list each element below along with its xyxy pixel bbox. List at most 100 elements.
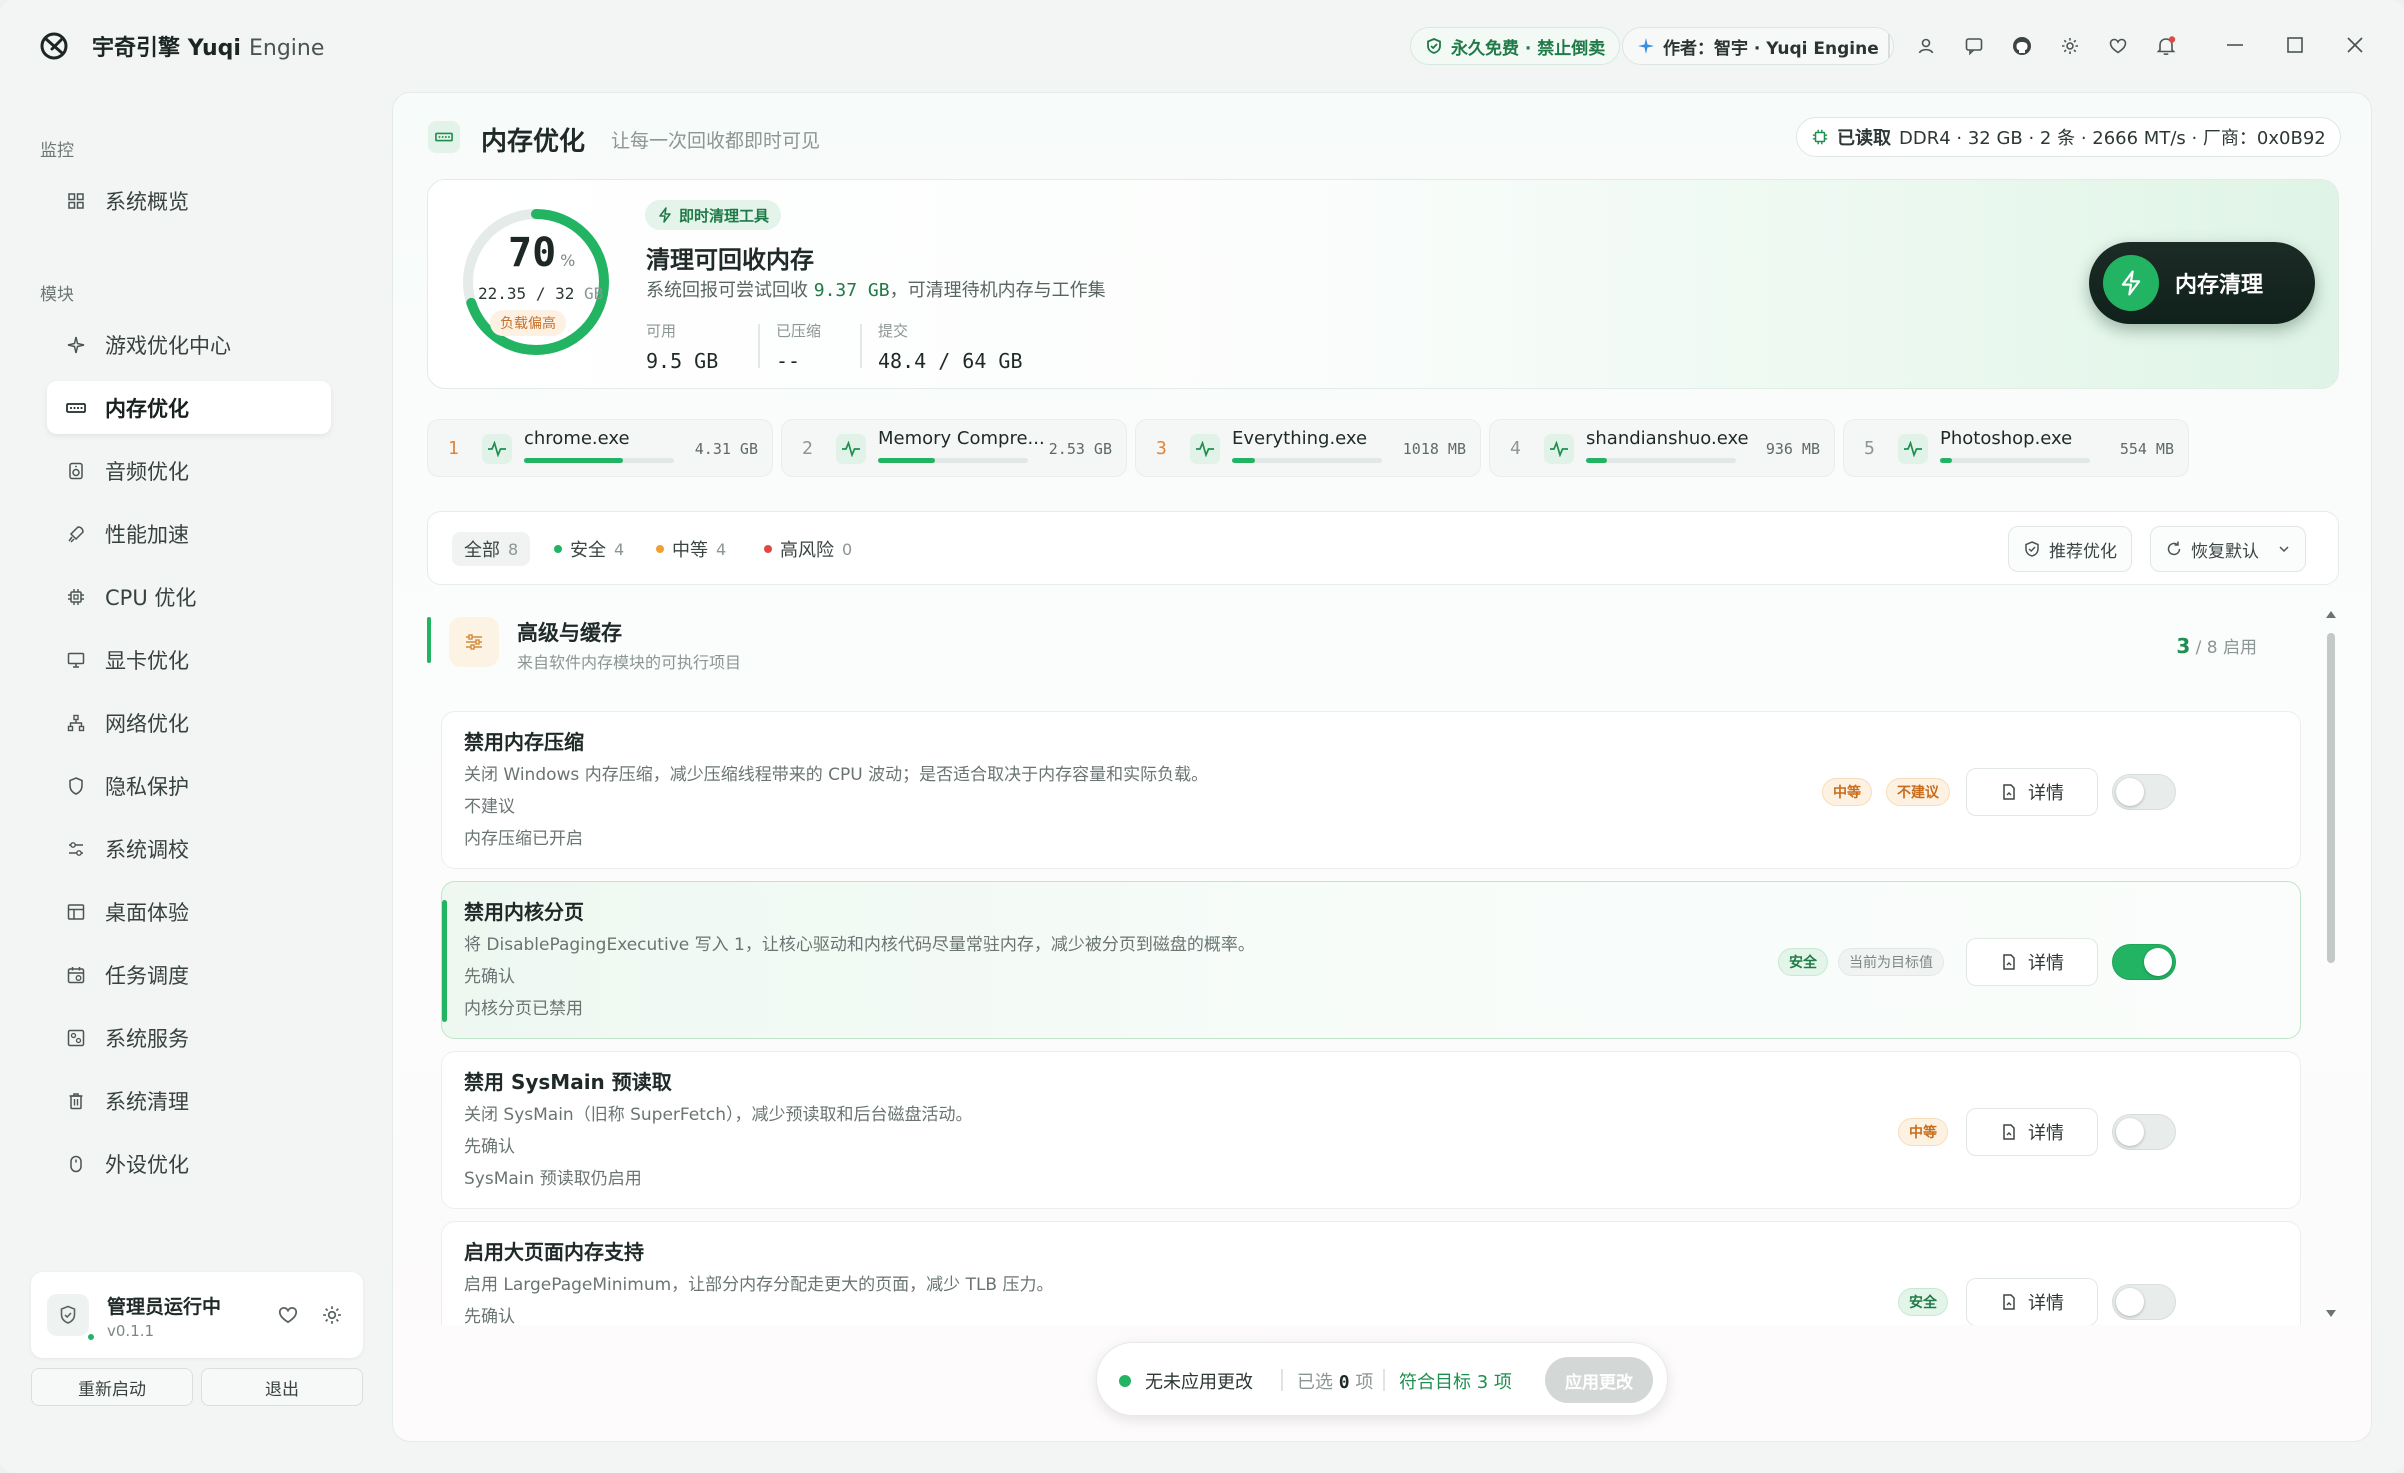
scroll-up-icon[interactable]	[2325, 609, 2337, 619]
stat-divider	[758, 324, 760, 368]
user-icon[interactable]	[1912, 32, 1940, 60]
shield-icon	[47, 1294, 89, 1336]
detail-button[interactable]: 详情	[1966, 768, 2098, 816]
sidebar-item-performance[interactable]: 性能加速	[47, 507, 331, 560]
document-icon	[2003, 784, 2015, 800]
sidebar-item-network[interactable]: 网络优化	[47, 696, 331, 749]
sidebar-item-game[interactable]: 游戏优化中心	[47, 318, 331, 371]
process-chip[interactable]: 2 Memory Compre... 2.53 GB	[781, 419, 1127, 477]
option-status: 内核分页已禁用	[464, 999, 583, 1019]
maximize-icon[interactable]	[2280, 30, 2310, 60]
network-icon	[65, 712, 87, 734]
filter-tab-high-risk[interactable]: 高风险 0	[764, 532, 852, 566]
not-recommended-badge: 不建议	[1886, 778, 1950, 806]
scrollbar-thumb[interactable]	[2327, 633, 2335, 963]
gear-icon[interactable]	[2056, 32, 2084, 60]
author-badge[interactable]: 作者：智宇 · Yuqi Engine	[1622, 27, 1894, 65]
shield-check-icon	[1427, 38, 1441, 54]
sidebar-item-desktop[interactable]: 桌面体验	[47, 885, 331, 938]
sidebar-item-peripheral[interactable]: 外设优化	[47, 1137, 331, 1190]
option-description: 关闭 SysMain（旧称 SuperFetch），减少预读取和后台磁盘活动。	[464, 1105, 973, 1125]
usage-percent: 70%	[508, 230, 576, 276]
process-chip[interactable]: 3 Everything.exe 1018 MB	[1135, 419, 1481, 477]
sidebar-item-overview[interactable]: 系统概览	[47, 174, 331, 227]
sidebar-item-scheduler[interactable]: 任务调度	[47, 948, 331, 1001]
process-chip[interactable]: 4 shandianshuo.exe 936 MB	[1489, 419, 1835, 477]
cpu-icon	[65, 586, 87, 608]
detail-button[interactable]: 详情	[1966, 938, 2098, 986]
sidebar-item-gpu[interactable]: 显卡优化	[47, 633, 331, 686]
recommend-button[interactable]: 推荐优化	[2008, 526, 2132, 572]
option-toggle[interactable]	[2112, 944, 2176, 980]
sidebar-item-label: 显卡优化	[105, 648, 189, 673]
exit-button[interactable]: 退出	[201, 1368, 363, 1406]
sidebar-item-cpu[interactable]: CPU 优化	[47, 570, 331, 623]
heart-icon[interactable]	[2104, 32, 2132, 60]
gear-icon[interactable]	[321, 1304, 343, 1326]
group-accent	[427, 617, 431, 663]
minimize-icon[interactable]	[2220, 30, 2250, 60]
apply-changes-button[interactable]: 应用更改	[1545, 1357, 1653, 1403]
free-badge[interactable]: 永久免费 · 禁止倒卖	[1410, 27, 1621, 65]
sliders-icon	[65, 838, 87, 860]
rocket-icon	[65, 523, 87, 545]
memory-clean-button[interactable]: 内存清理	[2089, 242, 2315, 324]
process-chip[interactable]: 1 chrome.exe 4.31 GB	[427, 419, 773, 477]
layout-icon	[65, 901, 87, 923]
hero-title: 清理可回收内存	[646, 246, 814, 274]
sidebar-item-audio[interactable]: 音频优化	[47, 444, 331, 497]
process-usage-bar	[1232, 458, 1382, 463]
restart-button[interactable]: 重新启动	[31, 1368, 193, 1406]
sidebar-item-label: 音频优化	[105, 459, 189, 484]
option-description: 将 DisablePagingExecutive 写入 1，让核心驱动和内核代码…	[464, 935, 1255, 955]
titlebar-divider	[1888, 34, 1890, 58]
filter-tab-safe[interactable]: 安全 4	[554, 532, 624, 566]
selected-count: 已选 0 项	[1297, 1372, 1374, 1393]
heart-icon[interactable]	[277, 1304, 299, 1326]
sidebar-item-label: 桌面体验	[105, 900, 189, 925]
option-toggle[interactable]	[2112, 1284, 2176, 1320]
group-header: 高级与缓存 来自软件内存模块的可执行项目 3 / 8 启用	[427, 603, 2307, 683]
sidebar-item-tuning[interactable]: 系统调校	[47, 822, 331, 875]
filter-tab-all[interactable]: 全部 8	[452, 532, 531, 566]
activity-icon	[1898, 434, 1928, 464]
section-label-modules: 模块	[40, 285, 74, 305]
admin-status-card: 管理员运行中 v0.1.1	[31, 1272, 363, 1358]
option-title: 禁用内核分页	[464, 900, 584, 924]
section-label-monitor: 监控	[40, 141, 74, 161]
risk-badge-medium: 中等	[1898, 1118, 1948, 1146]
speaker-icon	[65, 460, 87, 482]
option-toggle[interactable]	[2112, 774, 2176, 810]
mouse-icon	[65, 1153, 87, 1175]
detail-button[interactable]: 详情	[1966, 1278, 2098, 1325]
sidebar-item-label: 游戏优化中心	[105, 333, 231, 358]
bolt-icon	[659, 207, 671, 223]
risk-filter-bar: 全部 8 安全 4 中等 4 高风险 0 推荐优化 恢复默认	[427, 511, 2339, 585]
admin-title: 管理员运行中	[107, 1296, 222, 1318]
sidebar-item-cleanup[interactable]: 系统清理	[47, 1074, 331, 1127]
calendar-icon	[65, 964, 87, 986]
filter-tab-medium[interactable]: 中等 4	[656, 532, 726, 566]
close-icon[interactable]	[2340, 30, 2370, 60]
message-icon[interactable]	[1960, 32, 1988, 60]
restore-default-dropdown[interactable]: 恢复默认	[2150, 526, 2306, 572]
option-status: SysMain 预读取仍启用	[464, 1169, 642, 1189]
process-usage-bar	[1940, 458, 2090, 463]
load-warning-badge: 负载偏高	[490, 310, 566, 336]
document-icon	[2003, 1124, 2015, 1140]
risk-badge-medium: 中等	[1822, 778, 1872, 806]
sidebar-item-services[interactable]: 系统服务	[47, 1011, 331, 1064]
process-usage-bar	[524, 458, 674, 463]
stat-divider	[860, 324, 862, 368]
bell-icon[interactable]	[2152, 32, 2180, 60]
detail-button[interactable]: 详情	[1966, 1108, 2098, 1156]
shield-icon	[65, 775, 87, 797]
pending-status: 无未应用更改	[1145, 1372, 1253, 1393]
sidebar-item-privacy[interactable]: 隐私保护	[47, 759, 331, 812]
scroll-down-icon[interactable]	[2325, 1309, 2337, 1319]
option-toggle[interactable]	[2112, 1114, 2176, 1150]
process-chip[interactable]: 5 Photoshop.exe 554 MB	[1843, 419, 2189, 477]
sidebar-item-memory[interactable]: 内存优化	[47, 381, 331, 434]
memory-info-pill: 已读取 DDR4 · 32 GB · 2 条 · 2666 MT/s · 厂商：0…	[1796, 117, 2341, 157]
github-icon[interactable]	[2008, 32, 2036, 60]
